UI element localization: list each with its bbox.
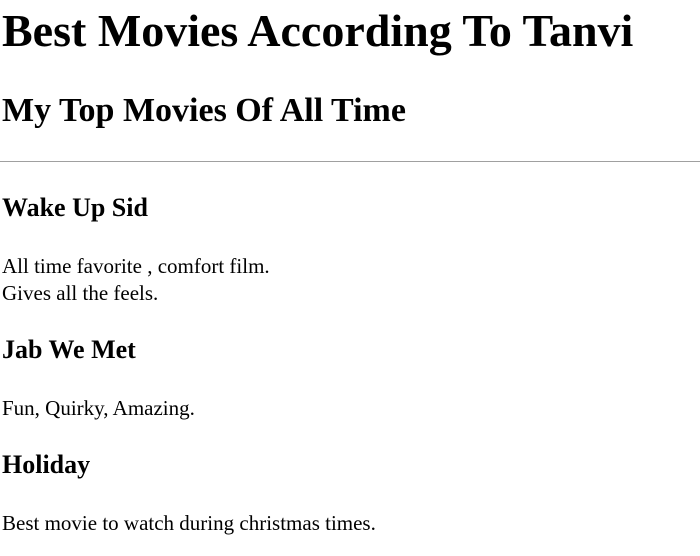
page-subtitle: My Top Movies Of All Time <box>2 92 406 129</box>
page-title: Best Movies According To Tanvi <box>2 5 634 56</box>
movie-description-line: Gives all the feels. <box>2 281 159 305</box>
movie-title-holiday: Holiday <box>2 450 91 479</box>
movie-title-jab-we-met: Jab We Met <box>2 335 136 364</box>
movie-title-wake-up-sid: Wake Up Sid <box>2 193 148 222</box>
movie-description-line: All time favorite , comfort film. <box>2 254 270 278</box>
movie-description-line: Fun, Quirky, Amazing. <box>2 396 195 420</box>
movie-description-line: Best movie to watch during christmas tim… <box>2 511 376 535</box>
divider <box>0 161 700 162</box>
